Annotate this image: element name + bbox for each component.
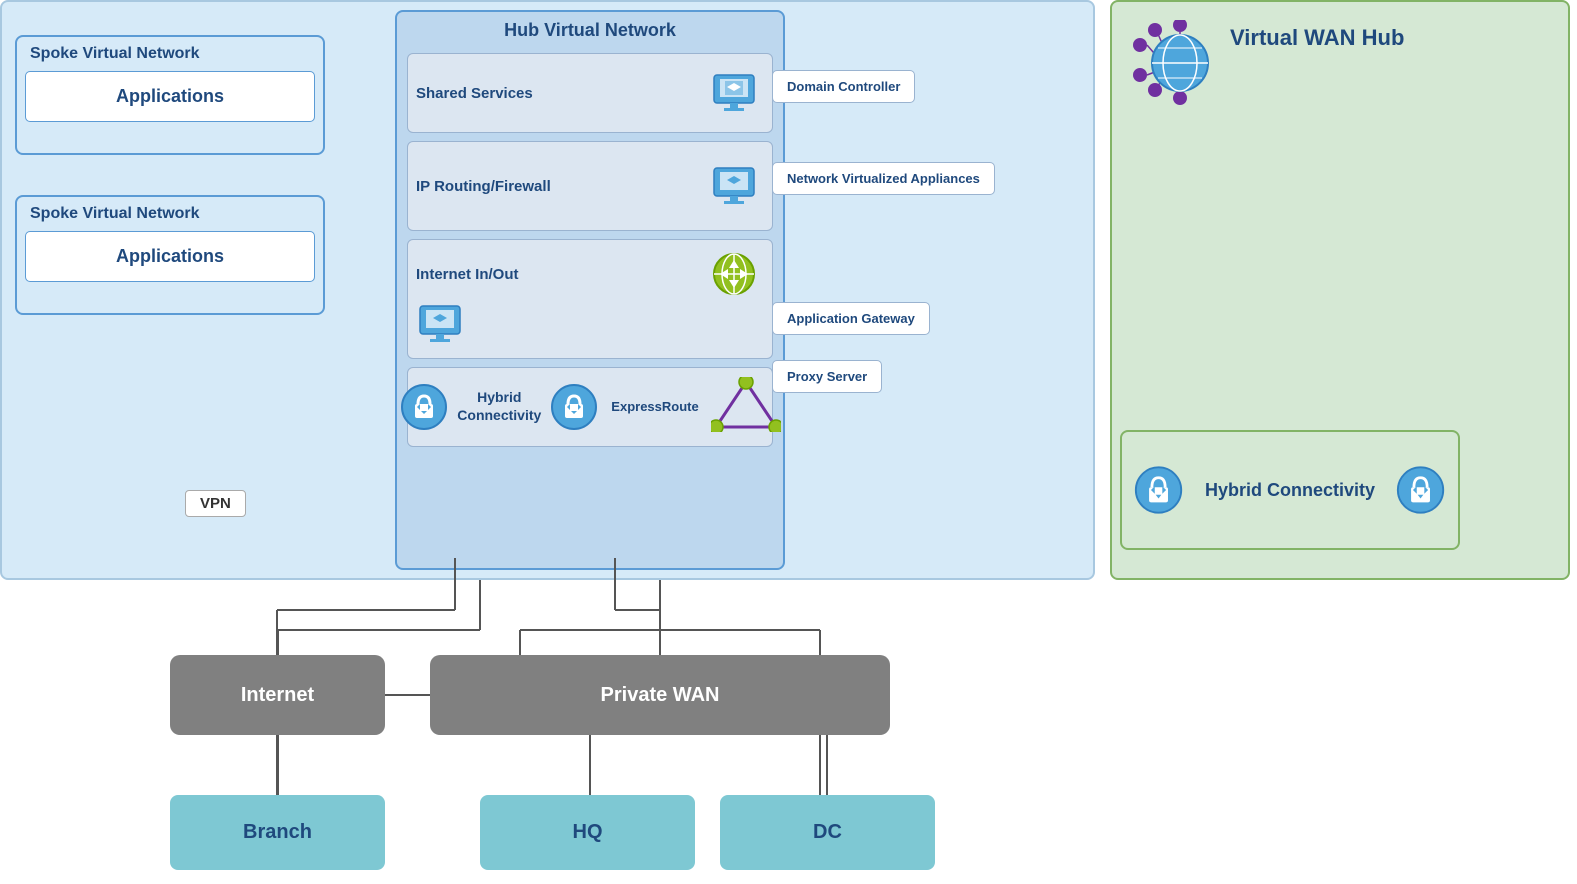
internet-box: Internet <box>170 655 385 735</box>
wan-hub-globe-icon <box>1130 20 1220 115</box>
wan-hub-title: Virtual WAN Hub <box>1230 25 1404 51</box>
diagram-container: Spoke Virtual Network Applications Spoke… <box>0 0 1577 884</box>
internet-inout-icon <box>710 250 758 298</box>
internet-inout-label: Internet In/Out <box>416 266 710 283</box>
ip-routing-section: IP Routing/Firewall <box>407 141 773 231</box>
proxy-server-box: Proxy Server <box>772 360 882 393</box>
hub-expressroute-icon <box>549 381 599 433</box>
wan-hybrid-connectivity: Hybrid Connectivity <box>1120 430 1460 550</box>
private-wan-box: Private WAN <box>430 655 890 735</box>
branch-box: Branch <box>170 795 385 870</box>
ip-routing-label: IP Routing/Firewall <box>416 178 710 195</box>
vpn-label: VPN <box>185 490 246 517</box>
spoke2-apps: Applications <box>25 231 315 282</box>
expressroute-triangle-icon <box>711 377 781 437</box>
dc-box: DC <box>720 795 935 870</box>
expressroute-label: ExpressRoute <box>611 398 698 416</box>
domain-controller-box: Domain Controller <box>772 70 915 103</box>
ip-routing-icon <box>710 164 758 208</box>
hub-virtual-network: Hub Virtual Network Shared Services Doma… <box>395 10 785 570</box>
proxy-icon <box>416 302 464 346</box>
spoke1-apps: Applications <box>25 71 315 122</box>
hq-box: HQ <box>480 795 695 870</box>
hub-hybrid-connectivity: Hybrid Connectivity ExpressRoute <box>407 367 773 447</box>
wan-hybrid-label: Hybrid Connectivity <box>1205 480 1375 501</box>
spoke-virtual-network-1: Spoke Virtual Network Applications <box>15 35 325 155</box>
wan-hub-header: Virtual WAN Hub <box>1130 20 1404 115</box>
hub-vpn-icon <box>399 381 449 433</box>
spoke2-title: Spoke Virtual Network <box>25 205 315 223</box>
internet-inout-section: Internet In/Out <box>407 239 773 359</box>
spoke-virtual-network-2: Spoke Virtual Network Applications <box>15 195 325 315</box>
wan-hybrid-vpn-icon1 <box>1133 464 1185 516</box>
hub-title: Hub Virtual Network <box>397 12 783 47</box>
hub-hybrid-label: Hybrid Connectivity <box>457 389 541 425</box>
nva-box: Network Virtualized Appliances <box>772 162 995 195</box>
shared-services-section: Shared Services <box>407 53 773 133</box>
spoke1-title: Spoke Virtual Network <box>25 45 315 63</box>
shared-services-label: Shared Services <box>416 85 710 102</box>
wan-hybrid-vpn-icon2 <box>1395 464 1447 516</box>
shared-services-icon <box>710 71 758 115</box>
app-gateway-box: Application Gateway <box>772 302 930 335</box>
